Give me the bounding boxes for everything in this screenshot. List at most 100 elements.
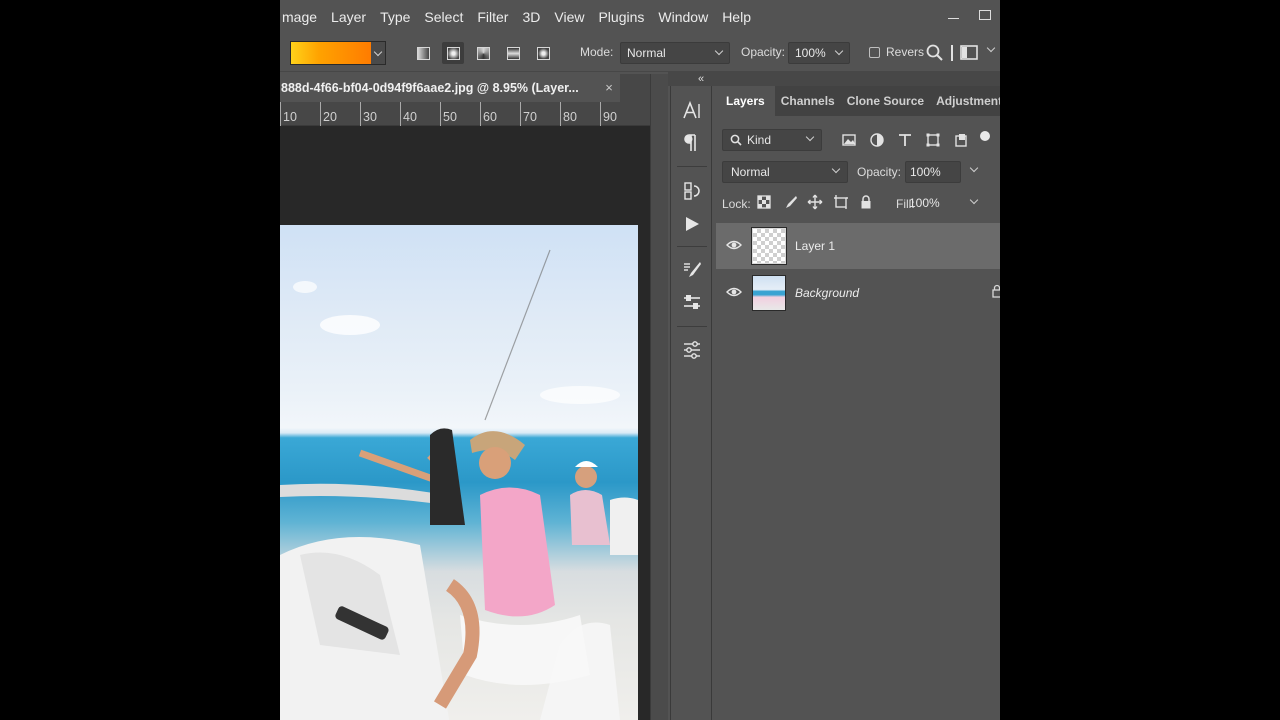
history-icon[interactable] — [681, 180, 703, 202]
menu-type[interactable]: Type — [373, 0, 417, 34]
angle-gradient-icon — [476, 46, 490, 60]
tab-channels[interactable]: Channels — [775, 86, 841, 116]
menu-window[interactable]: Window — [651, 0, 715, 34]
chevron-down-icon[interactable] — [969, 195, 979, 205]
visibility-eye-icon[interactable] — [726, 239, 742, 251]
tab-layers[interactable]: Layers — [716, 86, 775, 116]
layer-row-background[interactable]: Background — [716, 270, 1000, 316]
opacity-field[interactable]: 100% — [788, 42, 850, 64]
chevron-down-icon[interactable] — [969, 163, 979, 173]
collapse-panels-icon[interactable]: « — [698, 72, 704, 86]
minimize-icon[interactable] — [938, 0, 969, 30]
menu-select[interactable]: Select — [417, 0, 470, 34]
chevron-down-icon[interactable] — [986, 43, 996, 53]
separator — [677, 166, 707, 167]
document-image[interactable] — [280, 225, 638, 720]
ruler-tick: 80 — [560, 102, 577, 126]
ruler-tick: 20 — [320, 102, 337, 126]
lock-transparent-icon[interactable] — [756, 194, 772, 210]
layer-filter-select[interactable]: Kind — [722, 129, 822, 151]
layers-panel: Layers Channels Clone Source Adjustments… — [716, 86, 1000, 720]
layer-thumbnail — [752, 275, 786, 311]
blend-mode-select[interactable]: Normal — [722, 161, 848, 183]
canvas-area[interactable] — [280, 126, 650, 720]
layer-row-layer-1[interactable]: Layer 1 — [716, 223, 1000, 269]
blend-mode-value: Normal — [731, 165, 770, 179]
reverse-checkbox[interactable] — [869, 47, 880, 58]
mode-select[interactable]: Normal — [620, 42, 730, 64]
tab-strip — [620, 74, 650, 102]
opacity-value: 100% — [795, 46, 826, 60]
chevron-down-icon — [834, 46, 844, 56]
lock-artboard-icon[interactable] — [833, 194, 849, 210]
linear-gradient-icon — [416, 46, 430, 60]
maximize-icon[interactable] — [969, 0, 1000, 30]
layer-name[interactable]: Background — [795, 270, 859, 316]
properties-icon[interactable] — [681, 339, 703, 361]
diamond-gradient-button[interactable] — [532, 42, 554, 64]
panel-tabs: Layers Channels Clone Source Adjustments — [716, 86, 1000, 116]
chevron-down-icon — [714, 46, 724, 56]
ruler-tick: 10 — [280, 102, 297, 126]
menu-plugins[interactable]: Plugins — [591, 0, 651, 34]
radial-gradient-icon — [446, 46, 460, 60]
document-tab-title: 888d-4f66-bf04-0d94f9f6aae2.jpg @ 8.95% … — [281, 81, 579, 95]
panel-collapse-bar[interactable] — [668, 72, 1000, 86]
layer-opacity-label: Opacity: — [857, 165, 902, 179]
lock-pixels-icon[interactable] — [782, 194, 798, 210]
ruler-tick: 40 — [400, 102, 417, 126]
layer-opacity-value: 100% — [910, 165, 941, 179]
layer-name[interactable]: Layer 1 — [795, 223, 835, 269]
fill-field[interactable]: 100% — [905, 193, 961, 215]
menu-bar: mage Layer Type Select Filter 3D View Pl… — [280, 0, 1000, 34]
menu-help[interactable]: Help — [715, 0, 758, 34]
opacity-label: Opacity: — [741, 45, 786, 59]
menu-image[interactable]: mage — [280, 0, 324, 34]
reflected-gradient-button[interactable] — [502, 42, 524, 64]
adjustment-filter-icon[interactable] — [869, 132, 885, 148]
layer-filter-value: Kind — [747, 133, 772, 147]
smart-object-filter-icon[interactable] — [953, 132, 969, 148]
character-icon[interactable] — [681, 100, 703, 122]
linear-gradient-button[interactable] — [412, 42, 434, 64]
actions-play-icon[interactable] — [681, 213, 703, 235]
brush-settings-icon[interactable] — [681, 259, 703, 281]
filter-toggle-icon[interactable] — [980, 131, 990, 141]
layer-thumbnail — [751, 227, 787, 265]
menu-filter[interactable]: Filter — [470, 0, 515, 34]
workspace-icon[interactable] — [959, 43, 979, 63]
visibility-eye-icon[interactable] — [726, 286, 742, 298]
shape-filter-icon[interactable] — [925, 132, 941, 148]
lock-all-icon[interactable] — [858, 194, 874, 210]
gradient-dropdown-button[interactable] — [371, 42, 385, 64]
lock-icon — [992, 284, 1000, 298]
angle-gradient-button[interactable] — [472, 42, 494, 64]
document-tab[interactable]: 888d-4f66-bf04-0d94f9f6aae2.jpg @ 8.95% … — [280, 74, 620, 102]
gradient-swatch[interactable] — [291, 42, 371, 64]
reflected-gradient-icon — [506, 46, 520, 60]
adjustments-sliders-icon[interactable] — [681, 291, 703, 313]
layer-opacity-field[interactable]: 100% — [905, 161, 961, 183]
ruler-tick: 30 — [360, 102, 377, 126]
tab-clone-source[interactable]: Clone Source — [841, 86, 930, 116]
separator — [951, 45, 953, 61]
menu-layer[interactable]: Layer — [324, 0, 373, 34]
vertical-scrollbar[interactable] — [650, 74, 668, 720]
radial-gradient-button[interactable] — [442, 42, 464, 64]
menu-view[interactable]: View — [547, 0, 591, 34]
lock-position-icon[interactable] — [807, 194, 823, 210]
ruler-tick: 50 — [440, 102, 457, 126]
menu-3d[interactable]: 3D — [515, 0, 547, 34]
photo-content — [280, 249, 638, 720]
gradient-picker[interactable] — [290, 41, 386, 65]
photoshop-window: mage Layer Type Select Filter 3D View Pl… — [280, 0, 1000, 720]
paragraph-icon[interactable] — [681, 132, 703, 154]
image-filter-icon[interactable] — [841, 132, 857, 148]
close-tab-icon[interactable]: × — [602, 74, 616, 102]
search-icon[interactable] — [925, 43, 945, 63]
tab-adjustments[interactable]: Adjustments — [930, 86, 1000, 116]
mode-value: Normal — [627, 46, 666, 60]
ruler-tick: 70 — [520, 102, 537, 126]
type-filter-icon[interactable] — [897, 132, 913, 148]
chevron-down-icon — [373, 47, 383, 56]
